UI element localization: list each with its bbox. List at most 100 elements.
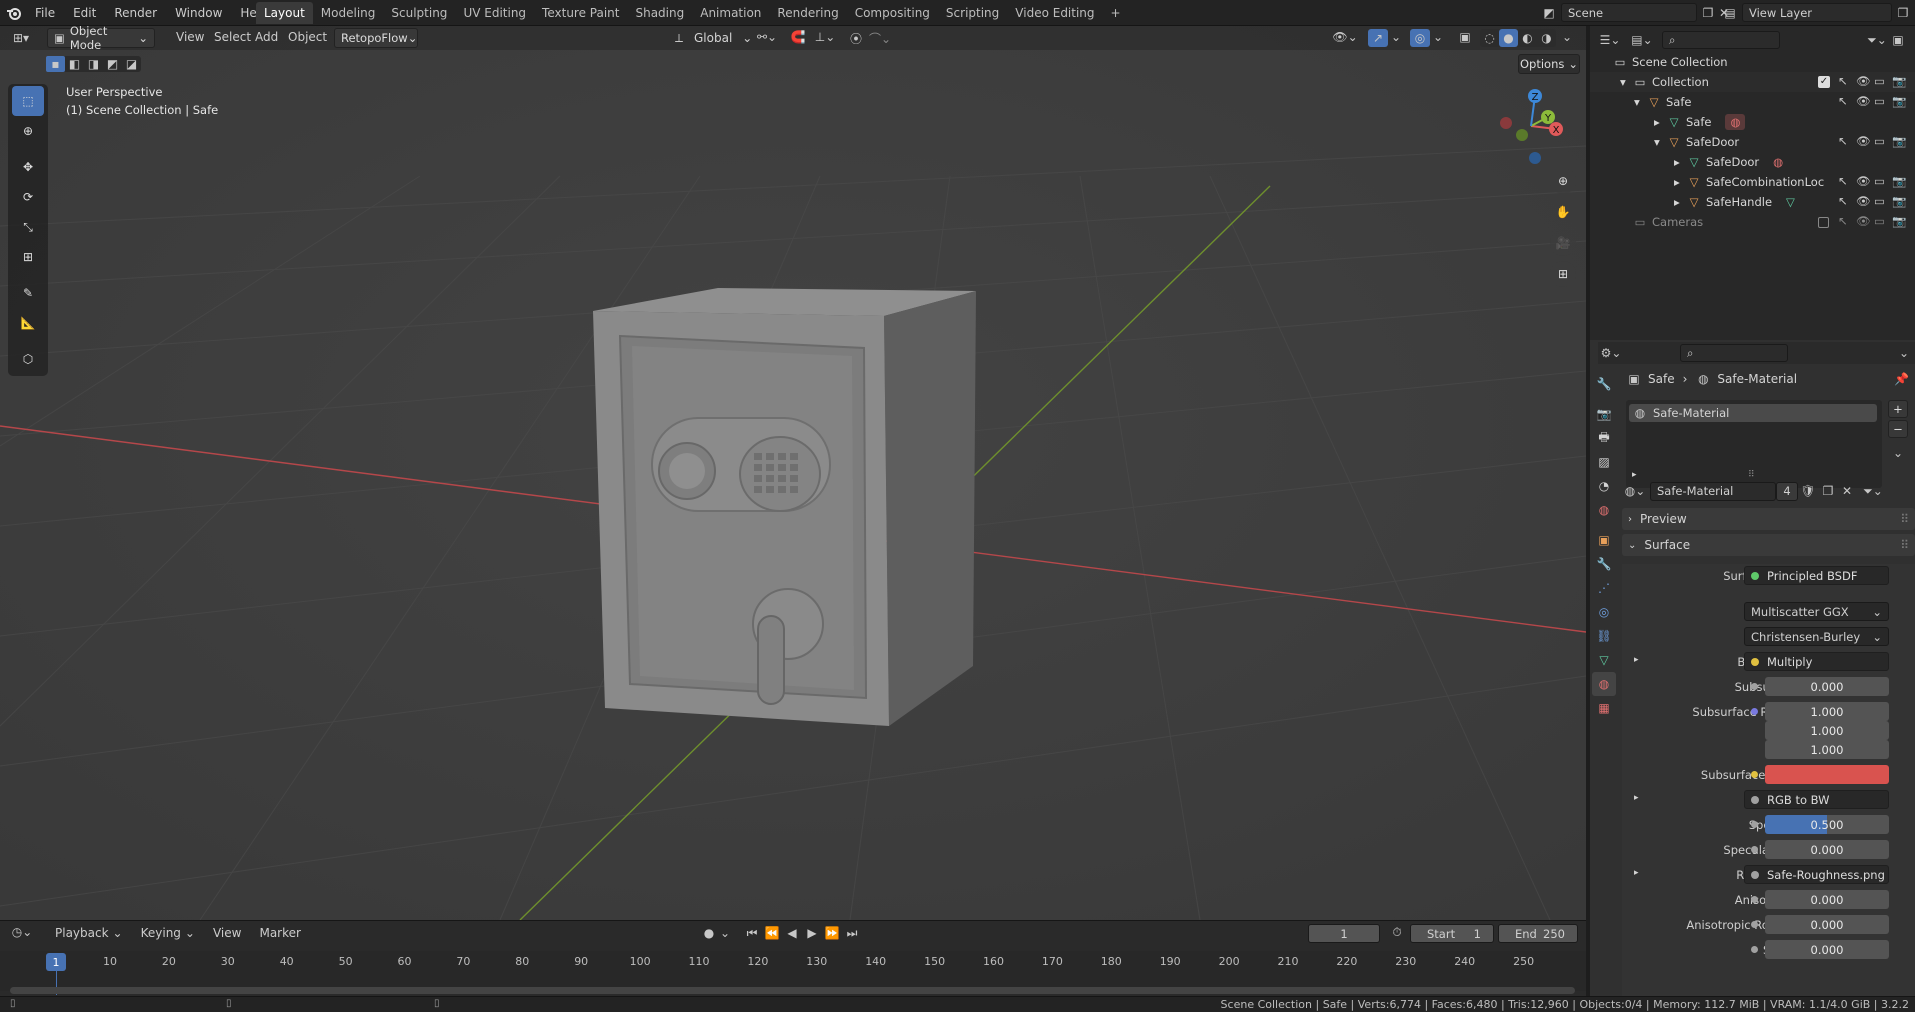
scene-icon[interactable]: ◩ [1541, 6, 1557, 20]
outliner-row[interactable]: ▭ Scene Collection [1590, 52, 1915, 72]
menu-marker[interactable]: Marker [250, 924, 309, 942]
specular-slider[interactable]: 0.500 [1765, 815, 1889, 834]
mode-dropdown[interactable]: ▣ Object Mode ⌄ [47, 24, 155, 52]
add-workspace-button[interactable]: + [1103, 2, 1129, 24]
tab-animation[interactable]: Animation [692, 2, 769, 24]
chevron-down-icon[interactable]: ⌄ [1560, 30, 1574, 44]
physics-tab-icon[interactable]: ◎ [1592, 600, 1616, 624]
chevron-down-icon[interactable]: ⌄ [718, 926, 732, 940]
visibility-eye-icon[interactable]: 👁 [1856, 134, 1871, 148]
constraints-tab-icon[interactable]: ⛓ [1592, 624, 1616, 648]
outliner-search-input[interactable]: ⌕ [1662, 31, 1780, 49]
timeline-scrollbar[interactable] [10, 987, 1575, 994]
playhead-label[interactable]: 1 [46, 953, 66, 971]
outliner-row[interactable]: ▸ ▽ SafeDoor ◍ [1590, 152, 1915, 172]
material-icon[interactable]: ◍ [1773, 155, 1783, 169]
expand-arrow-icon[interactable]: ▸ [1634, 868, 1639, 878]
color-swatch[interactable] [1765, 765, 1889, 784]
mesh-data-icon[interactable]: ▽ [1786, 195, 1795, 209]
navigation-gizmo[interactable]: X Y Z [1490, 86, 1572, 166]
snap-icon[interactable]: 🧲 [788, 30, 808, 44]
new-view-layer-icon[interactable]: ❐ [1894, 6, 1912, 20]
expand-arrow-icon[interactable]: ▸ [1632, 470, 1637, 480]
numeric-field[interactable]: 0.000 [1765, 677, 1889, 696]
menu-timeline-view[interactable]: View [204, 924, 250, 942]
timeline-ruler[interactable]: 1 10 20 30 40 50 60 70 80 90 100 110 120 130 140 150 16… [0, 951, 1586, 995]
particles-tab-icon[interactable]: ⋰ [1592, 576, 1616, 600]
current-frame-field[interactable]: 1 [1308, 924, 1380, 943]
options-button[interactable]: Options ⌄ [1518, 54, 1580, 74]
render-camera-icon[interactable]: 📷 [1892, 74, 1906, 88]
duplicate-icon[interactable]: ❐ [1818, 484, 1838, 498]
linked-input-field[interactable]: Safe-Roughness.png [1744, 865, 1889, 884]
viewport-disable-icon[interactable]: ▭ [1874, 134, 1885, 148]
zoom-icon[interactable]: ⊕ [1550, 168, 1576, 194]
exclude-checkbox[interactable] [1818, 217, 1829, 228]
timeline-editor-type-icon[interactable]: ◷⌄ [10, 925, 34, 939]
tool-tab-icon[interactable]: 🔧 [1592, 372, 1616, 396]
object-tab-icon[interactable]: ▣ [1592, 528, 1616, 552]
material-shading-icon[interactable]: ◐ [1518, 31, 1537, 45]
tab-shading[interactable]: Shading [627, 2, 692, 24]
material-name-field[interactable]: Safe-Material [1650, 481, 1776, 501]
selectable-icon[interactable]: ↖ [1838, 214, 1848, 228]
render-camera-icon[interactable]: 📷 [1892, 94, 1906, 108]
blender-logo-icon[interactable] [6, 4, 26, 22]
xray-icon[interactable]: ▣ [1456, 30, 1474, 44]
menu-edit[interactable]: Edit [64, 0, 105, 26]
new-collection-icon[interactable]: ▣ [1889, 33, 1907, 47]
pan-hand-icon[interactable]: ✋ [1550, 199, 1576, 225]
play-reverse-icon[interactable]: ◀ [782, 926, 802, 940]
numeric-field[interactable]: 1.000 [1765, 740, 1889, 759]
numeric-field[interactable]: 1.000 [1765, 702, 1889, 721]
subsurface-method-dropdown[interactable]: Christensen-Burley ⌄ [1744, 627, 1889, 646]
snap-target-icon[interactable]: ⊥⌄ [810, 30, 840, 44]
select-extend-icon[interactable]: ◧ [65, 57, 84, 71]
expand-arrow-icon[interactable]: ▸ [1674, 175, 1686, 189]
select-subtract-icon[interactable]: ◨ [84, 57, 103, 71]
wireframe-shading-icon[interactable]: ◌ [1480, 31, 1499, 45]
transform-tool[interactable]: ⊞ [12, 242, 44, 272]
material-icon[interactable]: ◍ [1725, 114, 1746, 130]
visibility-eye-icon[interactable]: 👁 [1856, 214, 1871, 228]
chevron-down-icon[interactable]: ⌄ [1432, 30, 1444, 44]
selectable-icon[interactable]: ↖ [1838, 74, 1848, 88]
filter-icon[interactable]: ⏷⌄ [1865, 33, 1889, 48]
exclude-checkbox[interactable]: ✓ [1818, 76, 1830, 88]
add-slot-button[interactable]: + [1888, 400, 1908, 418]
select-box-tool[interactable]: ⬚ [12, 86, 44, 116]
measure-tool[interactable]: 📐 [12, 308, 44, 338]
outliner-row[interactable]: ▸ ▽ SafeHandle ▽ ↖ 👁 ▭ 📷 [1590, 192, 1915, 212]
menu-file[interactable]: File [26, 0, 64, 26]
record-icon[interactable]: ● [700, 926, 718, 940]
scene-field[interactable]: Scene [1561, 3, 1697, 22]
material-slot-row[interactable]: ◍ Safe-Material [1629, 404, 1877, 422]
pivot-icon[interactable]: ⚯⌄ [754, 30, 780, 44]
jump-start-icon[interactable]: ⏮ [742, 926, 762, 941]
node-tree-icon[interactable]: ⏷⌄ [1860, 484, 1886, 499]
numeric-field[interactable]: 0.000 [1765, 840, 1889, 859]
render-camera-icon[interactable]: 📷 [1892, 194, 1906, 208]
tab-texture-paint[interactable]: Texture Paint [534, 2, 627, 24]
move-tool[interactable]: ✥ [12, 152, 44, 182]
linked-input-field[interactable]: Multiply [1744, 652, 1889, 671]
tab-layout[interactable]: Layout [256, 2, 313, 24]
start-frame-field[interactable]: Start 1 [1410, 924, 1494, 943]
menu-playback[interactable]: Playback ⌄ [46, 924, 132, 942]
tab-video-editing[interactable]: Video Editing [1007, 2, 1102, 24]
preview-panel-header[interactable]: › Preview ⠿ [1622, 508, 1915, 530]
numeric-field[interactable]: 0.000 [1765, 940, 1889, 959]
fake-user-icon[interactable]: 🛡 [1798, 484, 1818, 498]
selectable-icon[interactable]: ↖ [1838, 194, 1848, 208]
view-layer-tab-icon[interactable]: ▨ [1592, 450, 1616, 474]
material-tab-icon[interactable]: ◍ [1592, 672, 1616, 696]
surface-shader-field[interactable]: Principled BSDF [1744, 566, 1889, 585]
menu-render[interactable]: Render [105, 0, 166, 26]
select-new-icon[interactable]: ▪ [46, 56, 65, 72]
menu-keying[interactable]: Keying ⌄ [132, 924, 204, 942]
3d-viewport[interactable] [0, 26, 1586, 920]
editor-type-icon[interactable]: ⊞▾ [10, 29, 32, 47]
outliner-row[interactable]: ▭ Cameras ↖ 👁 ▭ 📷 [1590, 212, 1915, 232]
scene-tab-icon[interactable]: ◔ [1592, 474, 1616, 498]
prev-keyframe-icon[interactable]: ⏪ [762, 926, 782, 940]
